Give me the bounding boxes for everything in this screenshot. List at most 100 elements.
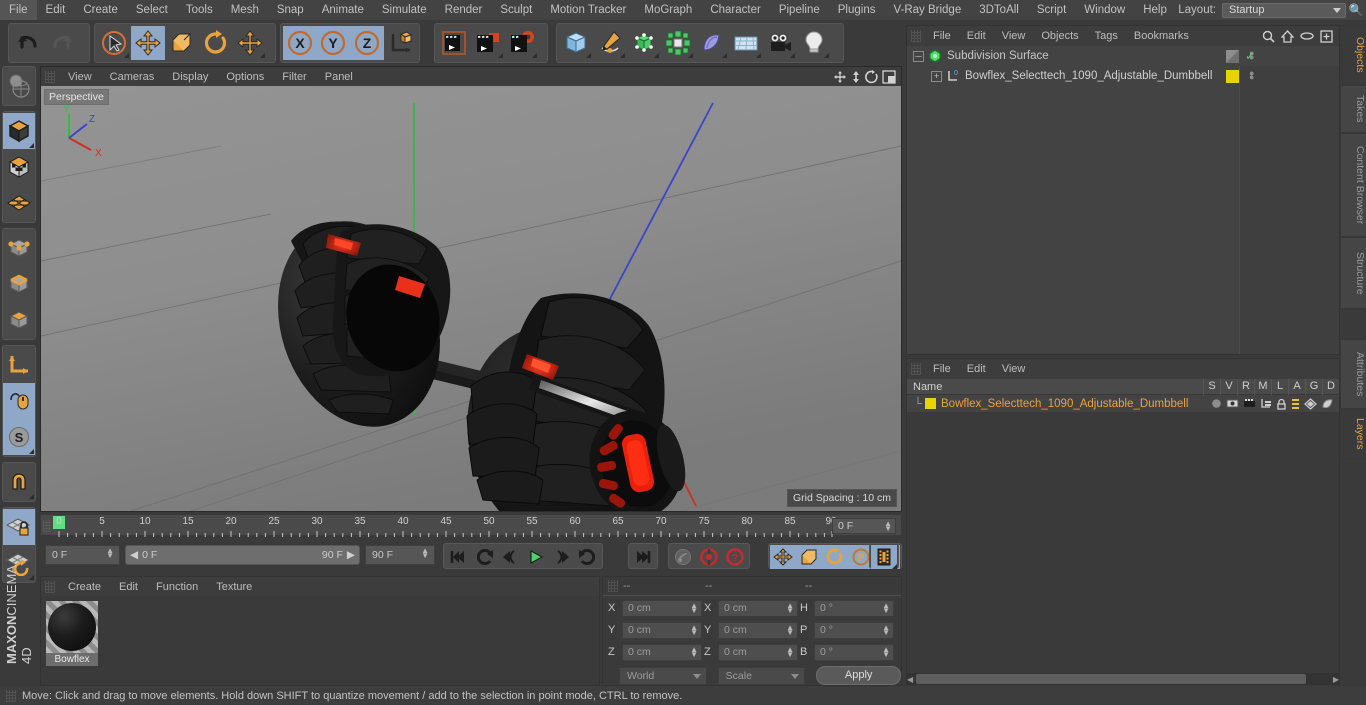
light-icon[interactable] [797,26,831,60]
scale-icon[interactable] [165,26,199,60]
menu-item-select[interactable]: Select [127,0,177,20]
maximize-viewport-icon[interactable] [882,69,896,84]
record-active-objects-icon[interactable] [696,545,722,569]
spline-pen-icon[interactable] [593,26,627,60]
current-frame-field[interactable]: 0 F ▲ ▼ [832,518,896,534]
object-row-dumbbell[interactable]: + 0 Bowflex_Selecttech_1090_Adjustable_D… [907,66,1339,86]
menu-item-render[interactable]: Render [436,0,492,20]
panel-grip[interactable] [45,70,55,83]
object-menu-bookmarks[interactable]: Bookmarks [1126,30,1197,42]
layer-lock-icon[interactable] [1276,398,1287,410]
key-rotation-icon[interactable] [822,545,848,569]
step-forward-icon[interactable] [549,545,575,569]
viewport-3d-scene[interactable]: Y X Z [41,86,901,511]
object-tree[interactable]: ─ Subdivision Surface ● ● ✓ + 0 Bowflex_S… [907,46,1339,354]
viewport-menu-cameras[interactable]: Cameras [101,71,164,83]
layer-header-a[interactable]: A [1288,378,1305,395]
go-to-end-icon[interactable] [630,545,656,569]
spinner-icon[interactable]: ▲ ▼ [106,547,114,560]
layer-render-icon[interactable] [1243,398,1256,409]
object-menu-tags[interactable]: Tags [1087,30,1126,42]
material-menu-texture[interactable]: Texture [207,581,261,593]
end-frame-field[interactable]: 90 F ▲ ▼ [365,545,435,565]
edges-mode-icon[interactable] [3,266,35,302]
panel-grip[interactable] [43,520,51,532]
autokey-icon[interactable] [670,545,696,569]
layer-color-swatch[interactable] [925,398,936,409]
menu-item-3dtoall[interactable]: 3DToAll [970,0,1028,20]
spinner-icon[interactable]: ▲ ▼ [421,547,429,560]
tab-layers[interactable]: Layers [1340,409,1366,459]
layer-manager-icon[interactable] [1260,398,1272,409]
render-view-icon[interactable] [437,26,471,60]
layout-dropdown[interactable]: Startup [1222,2,1346,18]
menu-item-window[interactable]: Window [1075,0,1134,20]
layer-header-r[interactable]: R [1237,378,1254,395]
menu-item-plugins[interactable]: Plugins [829,0,885,20]
key-position-icon[interactable] [770,545,796,569]
model-mode-icon[interactable] [3,113,35,149]
key-scale-icon[interactable] [796,545,822,569]
layer-horizontal-scrollbar[interactable]: ◀ ▶ [906,673,1340,685]
spinner-icon[interactable]: ▲ ▼ [786,623,794,636]
object-menu-objects[interactable]: Objects [1033,30,1086,42]
menu-item-tools[interactable]: Tools [177,0,222,20]
menu-item-script[interactable]: Script [1028,0,1075,20]
move-icon[interactable] [131,26,165,60]
object-menu-view[interactable]: View [994,30,1034,42]
axis-x-toggle[interactable]: X [283,26,317,60]
timeline-scrubber[interactable]: ◀ 0 F 90 F ▶ [125,545,360,565]
coord-field-pos-y[interactable]: 0 cm ▲ ▼ [622,621,702,639]
scrub-right-arrow-icon[interactable]: ▶ [343,549,359,561]
camera-icon[interactable] [763,26,797,60]
menu-item-animate[interactable]: Animate [313,0,373,20]
menu-item-motion-tracker[interactable]: Motion Tracker [541,0,635,20]
spinner-icon[interactable]: ▲ ▼ [882,645,890,658]
menu-item-pipeline[interactable]: Pipeline [770,0,829,20]
coord-field-rot-h[interactable]: 0 ° ▲ ▼ [814,599,894,617]
layer-header-m[interactable]: M [1254,378,1271,395]
menu-item-edit[interactable]: Edit [37,0,75,20]
menu-item-file[interactable]: File [0,0,37,20]
layer-solo-icon[interactable] [1211,398,1222,409]
menu-item-character[interactable]: Character [701,0,770,20]
coord-field-pos-x[interactable]: 0 cm ▲ ▼ [622,599,702,617]
apply-button[interactable]: Apply [816,666,901,685]
menu-item-create[interactable]: Create [74,0,127,20]
display-tag-icon[interactable] [1226,50,1239,63]
cube-primitive-icon[interactable] [559,26,593,60]
move-axis-icon[interactable] [233,26,267,60]
rotate-view-icon[interactable] [865,69,879,84]
tab-takes[interactable]: Takes [1340,85,1366,133]
menu-item-simulate[interactable]: Simulate [373,0,436,20]
panel-grip[interactable] [6,689,16,702]
coord-field-size-z[interactable]: 0 cm ▲ ▼ [718,643,798,661]
scrub-left-arrow-icon[interactable]: ◀ [126,549,142,561]
panel-grip[interactable] [608,580,618,592]
mograph-icon[interactable] [661,26,695,60]
viewport-menu-filter[interactable]: Filter [273,71,315,83]
visibility-dots-icon[interactable]: ● ● [1249,69,1254,82]
coord-field-rot-p[interactable]: 0 ° ▲ ▼ [814,621,894,639]
viewport-menu-options[interactable]: Options [217,71,273,83]
redo-icon[interactable] [45,26,79,60]
object-menu-file[interactable]: File [925,30,959,42]
spinner-icon[interactable]: ▲ ▼ [882,623,890,636]
undo-icon[interactable] [11,26,45,60]
layer-animation-icon[interactable] [1291,398,1300,410]
viewport-canvas[interactable]: Y X Z Perspective Grid Spacing : 10 cm [41,86,901,511]
panel-grip[interactable] [911,30,921,42]
layer-header-v[interactable]: V [1220,378,1237,395]
expand-toggle-icon[interactable]: + [931,70,942,82]
animation-timeline-icon[interactable] [871,545,897,569]
timeline-ruler-bar[interactable]: 0 5 10 15 20 25 30 35 40 45 50 55 60 65 … [40,514,902,537]
magnet-icon[interactable] [3,464,35,500]
scroll-left-arrow-icon[interactable]: ◀ [907,675,913,684]
spinner-icon[interactable]: ▲ ▼ [884,520,892,533]
step-back-icon[interactable] [497,545,523,569]
object-axis-icon[interactable] [3,347,35,383]
layer-row[interactable]: └ Bowflex_Selecttech_1090_Adjustable_Dum… [907,395,1339,412]
menu-item-snap[interactable]: Snap [268,0,313,20]
spinner-icon[interactable]: ▲ ▼ [882,601,890,614]
axis-z-toggle[interactable]: Z [350,26,384,60]
